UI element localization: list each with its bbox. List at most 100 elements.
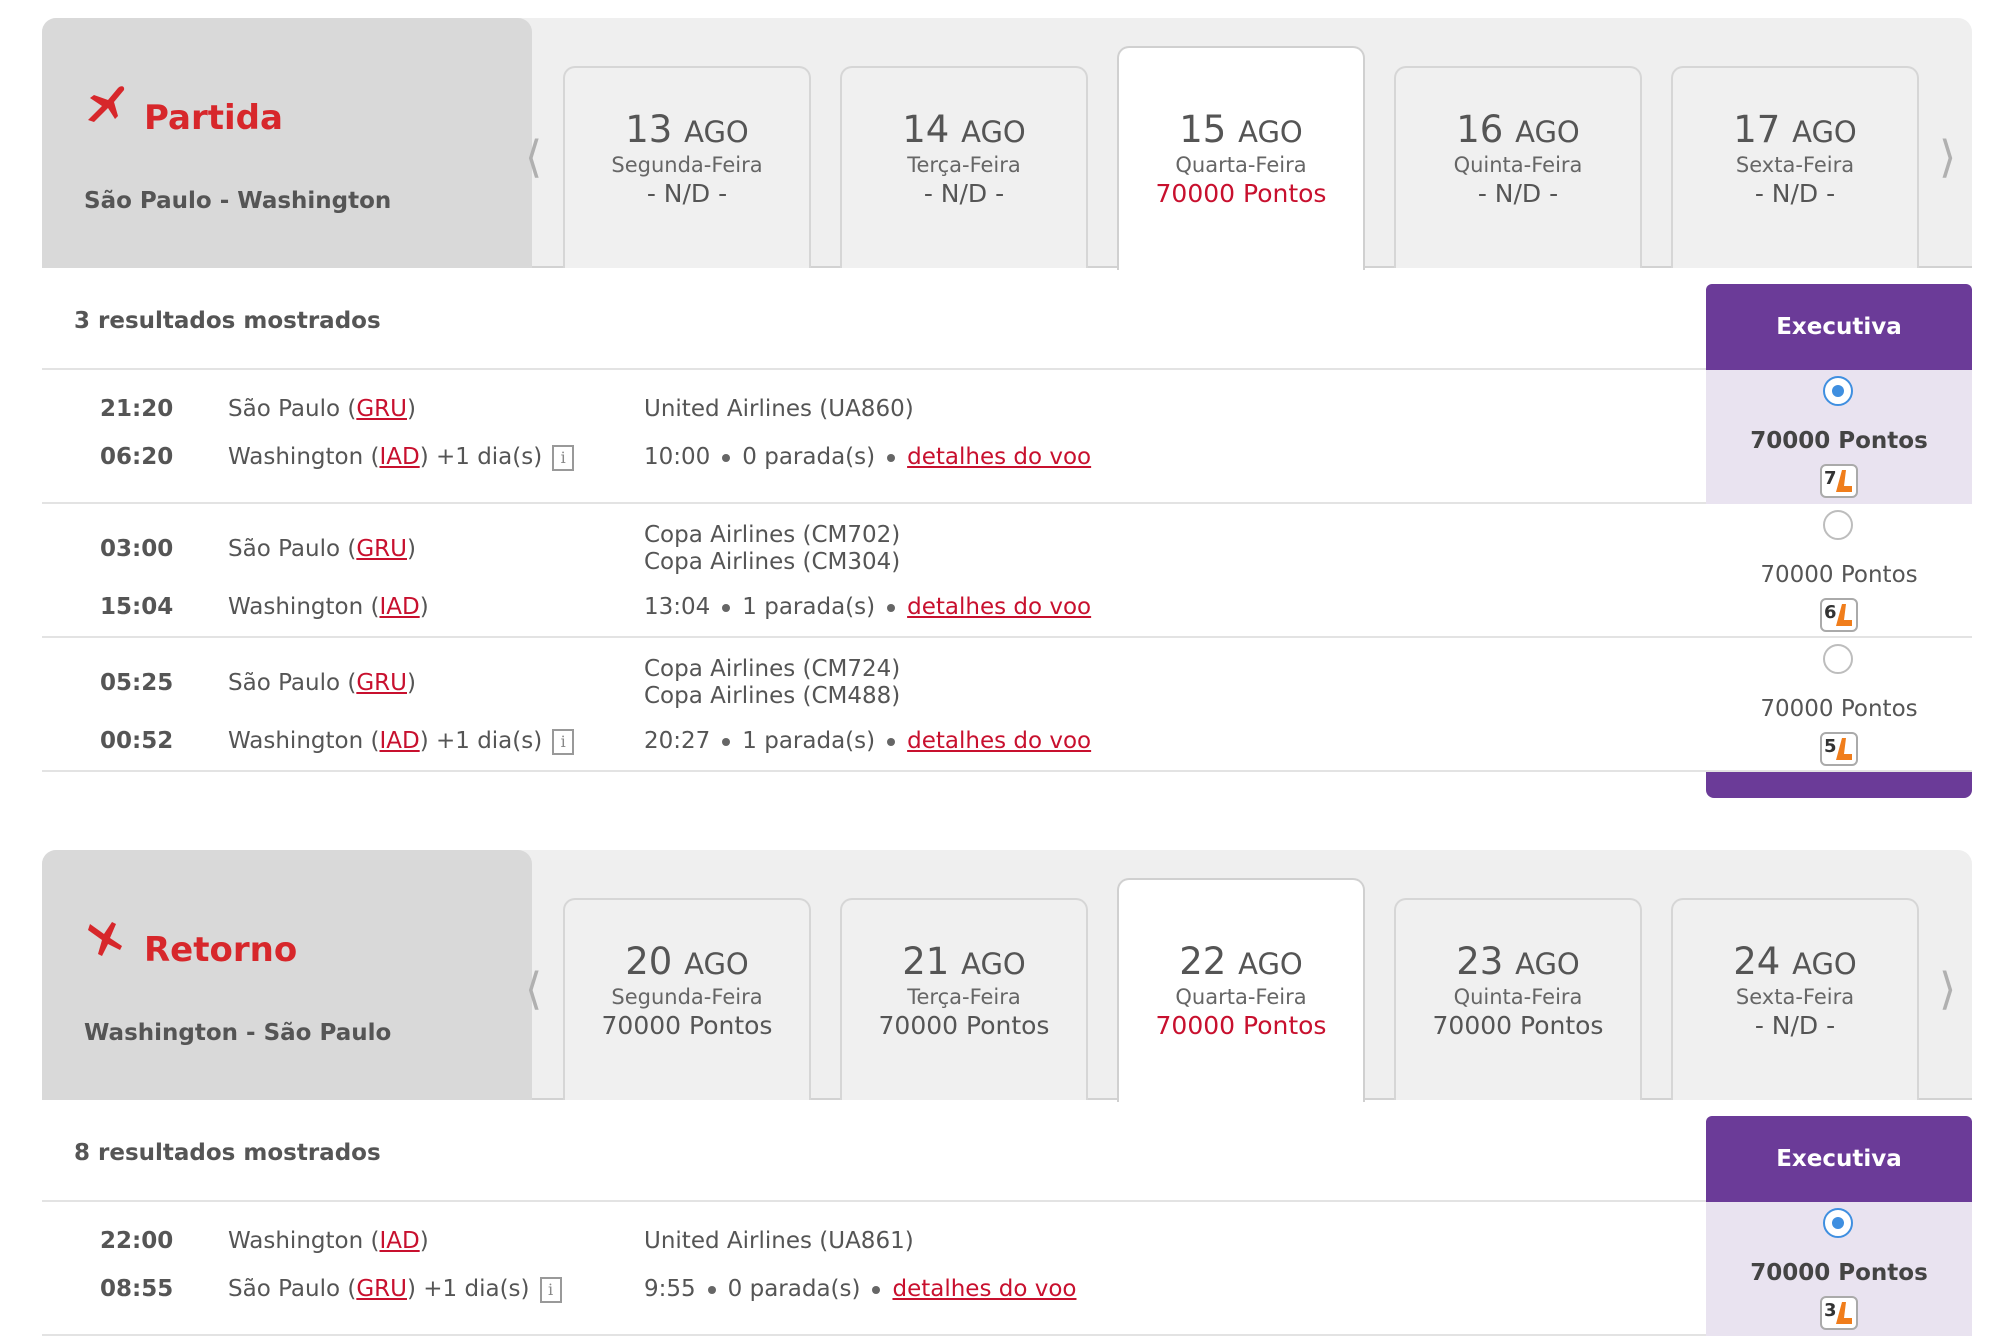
date-price: - N/D - xyxy=(646,179,728,208)
flight-details-link[interactable]: detalhes do voo xyxy=(892,1276,1076,1302)
arrival-time: 08:55 xyxy=(100,1276,174,1302)
info-icon[interactable]: i xyxy=(552,444,575,471)
airport-link-iad[interactable]: IAD xyxy=(379,444,419,470)
departure-city: São Paulo (GRU) xyxy=(228,396,416,422)
return-date-tab-20[interactable]: 20 AGO Segunda-Feira 70000 Pontos xyxy=(563,898,811,1100)
return-next-dates-arrow[interactable]: ⟩ xyxy=(1939,968,1956,1012)
return-date-tab-22-selected[interactable]: 22 AGO Quarta-Feira 70000 Pontos xyxy=(1117,878,1365,1102)
flight-meta: 10:00 0 parada(s) detalhes do voo xyxy=(644,444,1091,470)
flight-stops: 0 parada(s) xyxy=(727,1276,861,1302)
flight-details-link[interactable]: detalhes do voo xyxy=(907,594,1091,620)
flight-details-link[interactable]: detalhes do voo xyxy=(907,444,1091,470)
departure-time: 05:25 xyxy=(100,670,174,696)
airport-link-gru[interactable]: GRU xyxy=(356,536,407,562)
fare-radio[interactable] xyxy=(1823,510,1853,540)
outbound-date-tab-16[interactable]: 16 AGO Quinta-Feira - N/D - xyxy=(1394,66,1642,268)
seat-icon xyxy=(1836,604,1852,626)
info-icon[interactable]: i xyxy=(539,1276,562,1303)
date-day: 21 xyxy=(902,940,950,983)
date-price: - N/D - xyxy=(923,179,1005,208)
flight-stops: 1 parada(s) xyxy=(742,594,876,620)
date-day: 16 xyxy=(1456,108,1504,151)
fare-price: 70000 Pontos xyxy=(1750,428,1928,454)
return-cabin-header: Executiva xyxy=(1706,1116,1972,1202)
flight-duration: 10:00 xyxy=(644,444,711,470)
return-section: Retorno Washington - São Paulo ⟨ 20 AGO … xyxy=(42,850,1972,1336)
departure-time: 21:20 xyxy=(100,396,174,422)
date-day: 14 xyxy=(902,108,950,151)
return-date-tab-24[interactable]: 24 AGO Sexta-Feira - N/D - xyxy=(1671,898,1919,1100)
info-icon[interactable]: i xyxy=(552,728,575,755)
flight-details-link[interactable]: detalhes do voo xyxy=(907,728,1091,754)
plane-takeoff-icon xyxy=(88,86,125,122)
date-day: 22 xyxy=(1179,940,1227,983)
outbound-flight-row: 03:00 15:04 São Paulo (GRU) Washington (… xyxy=(42,504,1972,638)
return-flight-row: 22:00 08:55 Washington (IAD) São Paulo (… xyxy=(42,1202,1972,1336)
seat-icon xyxy=(1836,470,1852,492)
return-header: Retorno Washington - São Paulo ⟨ 20 AGO … xyxy=(42,850,1972,1102)
return-date-tab-23[interactable]: 23 AGO Quinta-Feira 70000 Pontos xyxy=(1394,898,1642,1100)
airline-name: United Airlines (UA861) xyxy=(644,1228,914,1254)
date-weekday: Segunda-Feira xyxy=(611,153,763,177)
date-day: 20 xyxy=(625,940,673,983)
date-weekday: Terça-Feira xyxy=(907,985,1021,1009)
flight-duration: 13:04 xyxy=(644,594,711,620)
fare-radio-selected[interactable] xyxy=(1823,1208,1853,1238)
seats-available-badge: 5 xyxy=(1820,732,1858,766)
flight-meta: 20:27 1 parada(s) detalhes do voo xyxy=(644,728,1091,754)
date-month: AGO xyxy=(1238,115,1303,149)
outbound-prev-dates-arrow[interactable]: ⟨ xyxy=(525,136,542,180)
airport-link-gru[interactable]: GRU xyxy=(356,396,407,422)
fare-radio-selected[interactable] xyxy=(1823,376,1853,406)
date-month: AGO xyxy=(684,115,749,149)
return-date-tab-21[interactable]: 21 AGO Terça-Feira 70000 Pontos xyxy=(840,898,1088,1100)
outbound-flight-row: 05:25 00:52 São Paulo (GRU) Washington (… xyxy=(42,638,1972,772)
return-route: Washington - São Paulo xyxy=(84,1020,392,1046)
outbound-date-tab-15-selected[interactable]: 15 AGO Quarta-Feira 70000 Pontos xyxy=(1117,46,1365,270)
flight-stops: 0 parada(s) xyxy=(742,444,876,470)
arrival-time: 15:04 xyxy=(100,594,174,620)
date-price: 70000 Pontos xyxy=(1432,1011,1604,1040)
fare-cell[interactable]: 70000 Pontos 5 xyxy=(1706,638,1972,772)
seats-available-badge: 7 xyxy=(1820,464,1858,498)
date-day: 24 xyxy=(1733,940,1781,983)
airport-link-iad[interactable]: IAD xyxy=(379,594,419,620)
return-prev-dates-arrow[interactable]: ⟨ xyxy=(525,968,542,1012)
outbound-results-count: 3 resultados mostrados xyxy=(74,308,381,334)
airport-link-iad[interactable]: IAD xyxy=(379,1228,419,1254)
date-month: AGO xyxy=(1515,115,1580,149)
fare-radio[interactable] xyxy=(1823,644,1853,674)
airline-name: Copa Airlines (CM702) Copa Airlines (CM30… xyxy=(644,522,901,575)
arrival-time: 06:20 xyxy=(100,444,174,470)
departure-city: São Paulo (GRU) xyxy=(228,670,416,696)
airport-link-iad[interactable]: IAD xyxy=(379,728,419,754)
arrival-time: 00:52 xyxy=(100,728,174,754)
outbound-date-tab-14[interactable]: 14 AGO Terça-Feira - N/D - xyxy=(840,66,1088,268)
departure-time: 03:00 xyxy=(100,536,174,562)
date-month: AGO xyxy=(1792,115,1857,149)
departure-city: Washington (IAD) xyxy=(228,1228,429,1254)
outbound-date-tab-13[interactable]: 13 AGO Segunda-Feira - N/D - xyxy=(563,66,811,268)
outbound-next-dates-arrow[interactable]: ⟩ xyxy=(1939,136,1956,180)
outbound-header: Partida São Paulo - Washington ⟨ 13 AGO … xyxy=(42,18,1972,270)
date-month: AGO xyxy=(1792,947,1857,981)
date-weekday: Segunda-Feira xyxy=(611,985,763,1009)
return-title: Retorno xyxy=(144,930,298,970)
fare-price: 70000 Pontos xyxy=(1750,1260,1928,1286)
outbound-flight-row: 21:20 06:20 São Paulo (GRU) Washington (… xyxy=(42,370,1972,504)
airport-link-gru[interactable]: GRU xyxy=(356,1276,407,1302)
outbound-date-tab-17[interactable]: 17 AGO Sexta-Feira - N/D - xyxy=(1671,66,1919,268)
date-price: 70000 Pontos xyxy=(1155,179,1327,208)
arrival-city: São Paulo (GRU) +1 dia(s) i xyxy=(228,1276,562,1303)
fare-cell[interactable]: 70000 Pontos 6 xyxy=(1706,504,1972,638)
date-weekday: Terça-Feira xyxy=(907,153,1021,177)
flight-duration: 20:27 xyxy=(644,728,711,754)
fare-price: 70000 Pontos xyxy=(1760,562,1918,588)
arrival-city: Washington (IAD) xyxy=(228,594,429,620)
fare-cell-selected[interactable]: 70000 Pontos 3 xyxy=(1706,1202,1972,1336)
fare-cell-selected[interactable]: 70000 Pontos 7 xyxy=(1706,370,1972,504)
return-title-panel: Retorno Washington - São Paulo xyxy=(42,850,532,1100)
airport-link-gru[interactable]: GRU xyxy=(356,670,407,696)
plane-landing-icon xyxy=(88,922,122,956)
date-month: AGO xyxy=(961,947,1026,981)
